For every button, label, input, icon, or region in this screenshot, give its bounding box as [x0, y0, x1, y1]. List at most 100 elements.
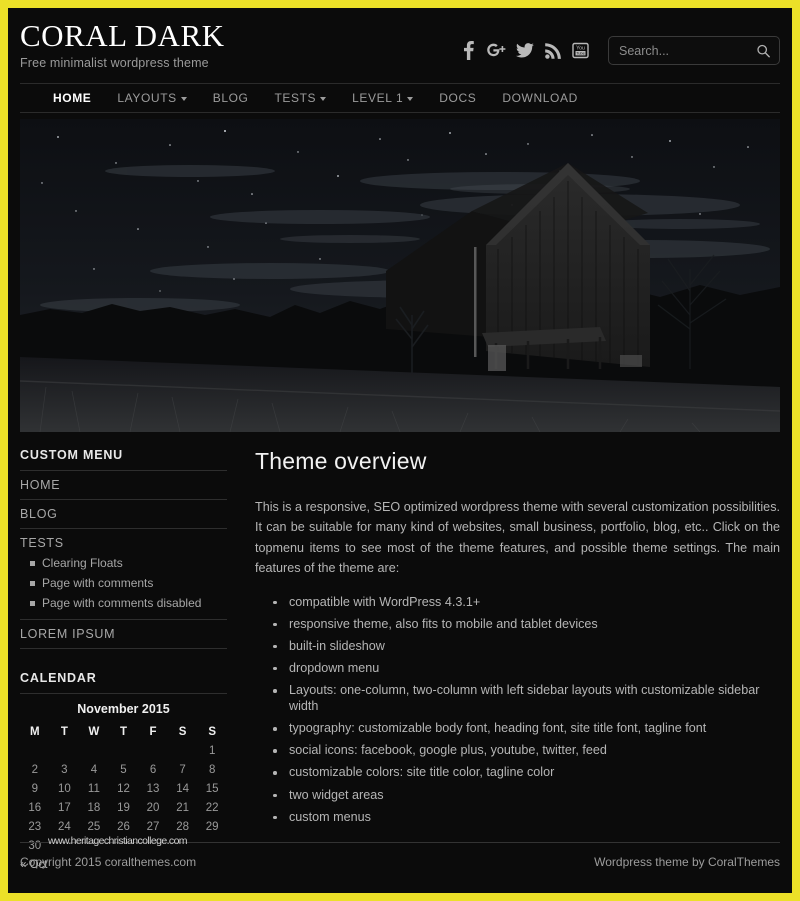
- chevron-down-icon: [180, 97, 187, 101]
- svg-text:Tube: Tube: [576, 52, 585, 56]
- calendar-day: [20, 741, 50, 760]
- submenu-list: Clearing Floats Page with comments Page …: [20, 553, 227, 613]
- nav-item-tests[interactable]: TESTS: [261, 91, 339, 105]
- footer-credit[interactable]: Wordpress theme by CoralThemes: [594, 855, 780, 869]
- calendar-week-row: 1: [20, 741, 227, 760]
- calendar-weekday: M: [29, 726, 40, 738]
- page-title: Theme overview: [255, 448, 427, 474]
- calendar-weekday: T: [119, 726, 127, 738]
- calendar-weekday: T: [60, 726, 68, 738]
- calendar-day: 21: [176, 801, 189, 814]
- social-links: You Tube: [459, 40, 590, 61]
- feature-item: built-in slideshow: [273, 635, 780, 657]
- nav-item-home[interactable]: HOME: [40, 91, 104, 105]
- feature-item: customizable colors: site title color, t…: [273, 761, 780, 783]
- nav-label: DOWNLOAD: [502, 91, 578, 105]
- nav-label: LAYOUTS: [117, 91, 177, 105]
- hero-slideshow-image[interactable]: [20, 119, 780, 432]
- calendar-weekday-row: M T W T F S S: [20, 723, 227, 741]
- facebook-icon[interactable]: [459, 40, 478, 61]
- twitter-icon[interactable]: [515, 40, 534, 61]
- calendar-weekday: F: [149, 726, 157, 738]
- feature-item: dropdown menu: [273, 657, 780, 679]
- youtube-icon[interactable]: You Tube: [571, 40, 590, 61]
- calendar-day: 20: [146, 801, 160, 814]
- calendar-day: [79, 741, 109, 760]
- calendar-weekday: S: [208, 726, 217, 738]
- submenu-label: Page with comments: [42, 576, 154, 590]
- sidebar-item-home[interactable]: HOME: [20, 471, 227, 500]
- feature-item: social icons: facebook, google plus, you…: [273, 739, 780, 761]
- site-title: CORAL DARK: [20, 18, 225, 53]
- sidebar-item-page-with-comments[interactable]: Page with comments: [30, 573, 227, 593]
- custom-menu-list: HOME BLOG TESTS Clearing Floats Page wit…: [20, 471, 227, 649]
- sidebar-item-lorem-ipsum[interactable]: LOREM IPSUM: [20, 620, 227, 649]
- calendar-day: 19: [117, 801, 130, 814]
- calendar-day: 7: [179, 763, 186, 776]
- brand[interactable]: CORAL DARK Free minimalist wordpress the…: [20, 18, 225, 70]
- calendar-day: 16: [28, 801, 42, 814]
- feature-item: typography: customizable body font, head…: [273, 717, 780, 739]
- sidebar-item-clearing-floats[interactable]: Clearing Floats: [30, 553, 227, 573]
- calendar-week-row: 16 17 18 19 20 21 22: [20, 798, 227, 817]
- calendar-day: [138, 741, 168, 760]
- nav-item-download[interactable]: DOWNLOAD: [489, 91, 590, 105]
- calendar-weekday: S: [178, 726, 187, 738]
- site-container: CORAL DARK Free minimalist wordpress the…: [8, 8, 792, 893]
- content-area: CUSTOM MENU HOME BLOG TESTS Clearing Flo…: [20, 448, 780, 873]
- search-box[interactable]: [608, 36, 792, 65]
- nav-item-level-1[interactable]: LEVEL 1: [339, 91, 426, 105]
- widget-custom-menu: CUSTOM MENU HOME BLOG TESTS Clearing Flo…: [20, 448, 227, 649]
- calendar-day: 18: [87, 801, 101, 814]
- widget-title-calendar: CALENDAR: [20, 671, 227, 694]
- calendar-day: 9: [31, 782, 38, 795]
- rss-feed-icon[interactable]: [543, 40, 562, 61]
- nav-label: BLOG: [212, 91, 249, 105]
- square-bullet-icon: [30, 600, 35, 606]
- sidebar: CUSTOM MENU HOME BLOG TESTS Clearing Flo…: [20, 448, 235, 873]
- calendar-day: 2: [31, 763, 38, 776]
- calendar-week-row: 9 10 11 12 13 14 15: [20, 779, 227, 798]
- watermark-text: www.heritagechristiancollege.com: [48, 835, 188, 847]
- nav-item-layouts[interactable]: LAYOUTS: [104, 91, 199, 105]
- nav-item-docs[interactable]: DOCS: [426, 91, 489, 105]
- submenu-label: Page with comments disabled: [42, 596, 202, 610]
- nav-label: DOCS: [439, 91, 477, 105]
- calendar-day: 5: [120, 763, 127, 776]
- feature-item: Layouts: one-column, two-column with lef…: [273, 679, 780, 717]
- calendar-day: 6: [149, 763, 157, 776]
- nav-label: LEVEL 1: [352, 91, 404, 105]
- nav-list: HOME LAYOUTS BLOG TESTS LEVEL 1 DOCS DOW…: [20, 84, 780, 112]
- calendar-day: 10: [57, 782, 71, 795]
- main-content: Theme overview This is a responsive, SEO…: [235, 448, 780, 828]
- header-right: You Tube: [459, 36, 792, 65]
- site-tagline: Free minimalist wordpress theme: [20, 55, 209, 70]
- chevron-down-icon: [320, 97, 327, 101]
- search-icon[interactable]: [757, 44, 770, 57]
- intro-paragraph: This is a responsive, SEO optimized word…: [255, 500, 780, 576]
- feature-item: responsive theme, also fits to mobile an…: [273, 613, 780, 635]
- feature-item: custom menus: [273, 806, 780, 828]
- footer-copyright: Copyright 2015 coralthemes.com: [20, 855, 197, 869]
- calendar-day: 15: [205, 782, 219, 795]
- square-bullet-icon: [30, 560, 35, 566]
- sidebar-item-tests[interactable]: TESTS: [20, 529, 227, 553]
- calendar-day: 8: [208, 763, 216, 776]
- widget-title-custom-menu: CUSTOM MENU: [20, 448, 227, 471]
- feature-list: compatible with WordPress 4.3.1+ respons…: [255, 591, 780, 828]
- calendar-weekday: W: [88, 726, 100, 738]
- calendar-week-row: 2 3 4 5 6 7 8: [20, 760, 227, 779]
- main-navigation: HOME LAYOUTS BLOG TESTS LEVEL 1 DOCS DOW…: [20, 83, 780, 113]
- nav-label: TESTS: [274, 91, 317, 105]
- google-plus-icon[interactable]: [487, 40, 506, 61]
- nav-item-blog[interactable]: BLOG: [200, 91, 262, 105]
- sidebar-item-blog[interactable]: BLOG: [20, 500, 227, 529]
- calendar-day: 4: [90, 763, 98, 776]
- sidebar-item-page-with-comments-disabled[interactable]: Page with comments disabled: [30, 593, 227, 613]
- calendar-day: 22: [205, 801, 219, 814]
- calendar-day: 1: [208, 744, 216, 757]
- hero-artwork: [20, 119, 780, 432]
- footer-divider: www.heritagechristiancollege.com: [20, 835, 780, 847]
- sidebar-submenu-tests: Clearing Floats Page with comments Page …: [20, 553, 227, 620]
- chevron-down-icon: [407, 97, 414, 101]
